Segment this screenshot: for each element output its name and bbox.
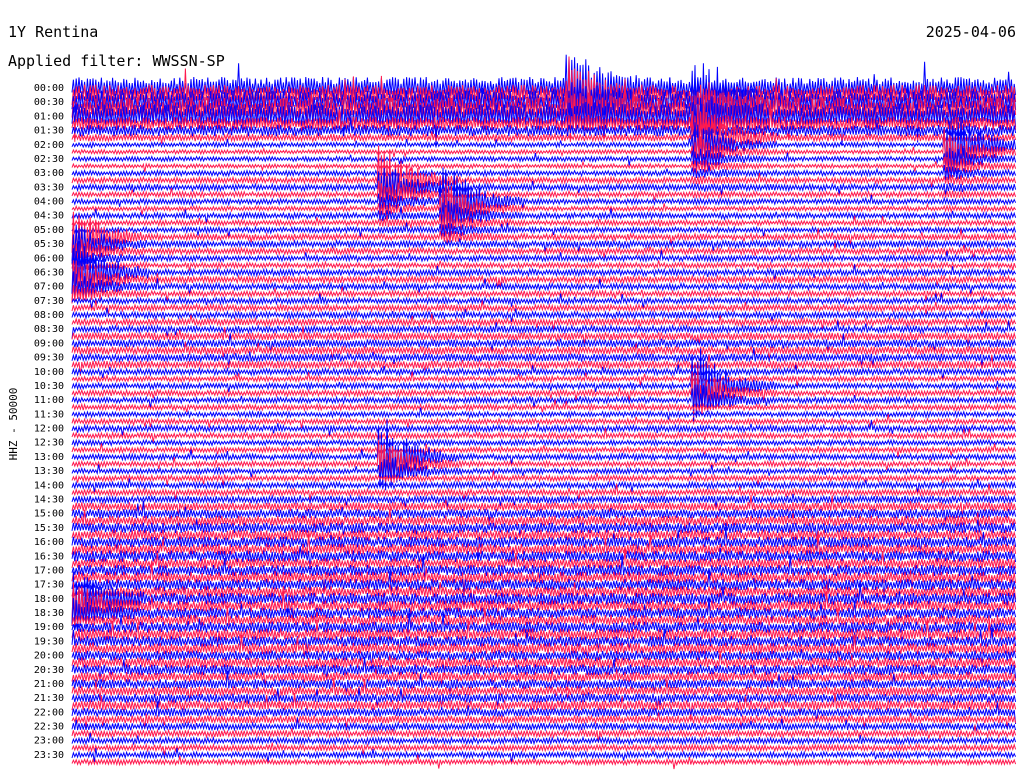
row-time-label: 10:00: [34, 367, 64, 378]
row-time-label: 03:00: [34, 168, 64, 179]
row-time-label: 14:30: [34, 495, 64, 506]
row-time-label: 08:00: [34, 310, 64, 321]
row-time-label: 09:00: [34, 338, 64, 349]
row-time-label: 18:00: [34, 594, 64, 605]
row-time-label: 12:00: [34, 424, 64, 435]
row-time-label: 07:00: [34, 282, 64, 293]
row-time-label: 21:00: [34, 679, 64, 690]
row-time-label: 18:30: [34, 608, 64, 619]
row-time-label: 06:00: [34, 253, 64, 264]
row-time-label: 22:30: [34, 722, 64, 733]
row-time-label: 20:30: [34, 665, 64, 676]
row-time-label: 16:30: [34, 551, 64, 562]
channel-ylabel: HHZ - 50000: [7, 388, 20, 461]
row-time-label: 19:30: [34, 636, 64, 647]
row-time-label: 17:30: [34, 580, 64, 591]
row-time-label: 17:00: [34, 565, 64, 576]
row-time-label: 12:30: [34, 438, 64, 449]
row-time-label: 15:30: [34, 523, 64, 534]
filter-label: Applied filter: WWSSN-SP: [8, 52, 225, 70]
row-time-label: 15:00: [34, 509, 64, 520]
row-time-label: 14:00: [34, 480, 64, 491]
row-time-label: 02:30: [34, 154, 64, 165]
row-time-label: 11:30: [34, 409, 64, 420]
row-time-label: 06:30: [34, 268, 64, 279]
row-time-label: 05:00: [34, 225, 64, 236]
row-time-label: 13:30: [34, 466, 64, 477]
row-time-label: 23:00: [34, 736, 64, 747]
row-time-label: 21:30: [34, 693, 64, 704]
row-time-label: 01:00: [34, 111, 64, 122]
date-label: 2025-04-06: [926, 23, 1016, 41]
row-time-label: 04:30: [34, 211, 64, 222]
helicorder-plot: 00:00 00:30 01:00 01:30 02:00 02:30 03:00 03:30…: [0, 0, 1024, 780]
row-time-label: 22:00: [34, 707, 64, 718]
row-time-label: 01:30: [34, 126, 64, 137]
row-time-label: 10:30: [34, 381, 64, 392]
row-time-label: 00:00: [34, 83, 64, 94]
row-time-label: 02:00: [34, 140, 64, 151]
row-time-label: 19:00: [34, 622, 64, 633]
row-time-label: 13:00: [34, 452, 64, 463]
row-time-label: 09:30: [34, 353, 64, 364]
row-time-label: 07:30: [34, 296, 64, 307]
row-time-label: 00:30: [34, 97, 64, 108]
station-title: 1Y Rentina: [8, 23, 98, 41]
row-time-label: 08:30: [34, 324, 64, 335]
row-time-label: 11:00: [34, 395, 64, 406]
row-time-label: 05:30: [34, 239, 64, 250]
row-time-label: 04:00: [34, 197, 64, 208]
row-time-label: 23:30: [34, 750, 64, 761]
row-time-label: 03:30: [34, 182, 64, 193]
row-time-label: 16:00: [34, 537, 64, 548]
row-time-label: 20:00: [34, 651, 64, 662]
